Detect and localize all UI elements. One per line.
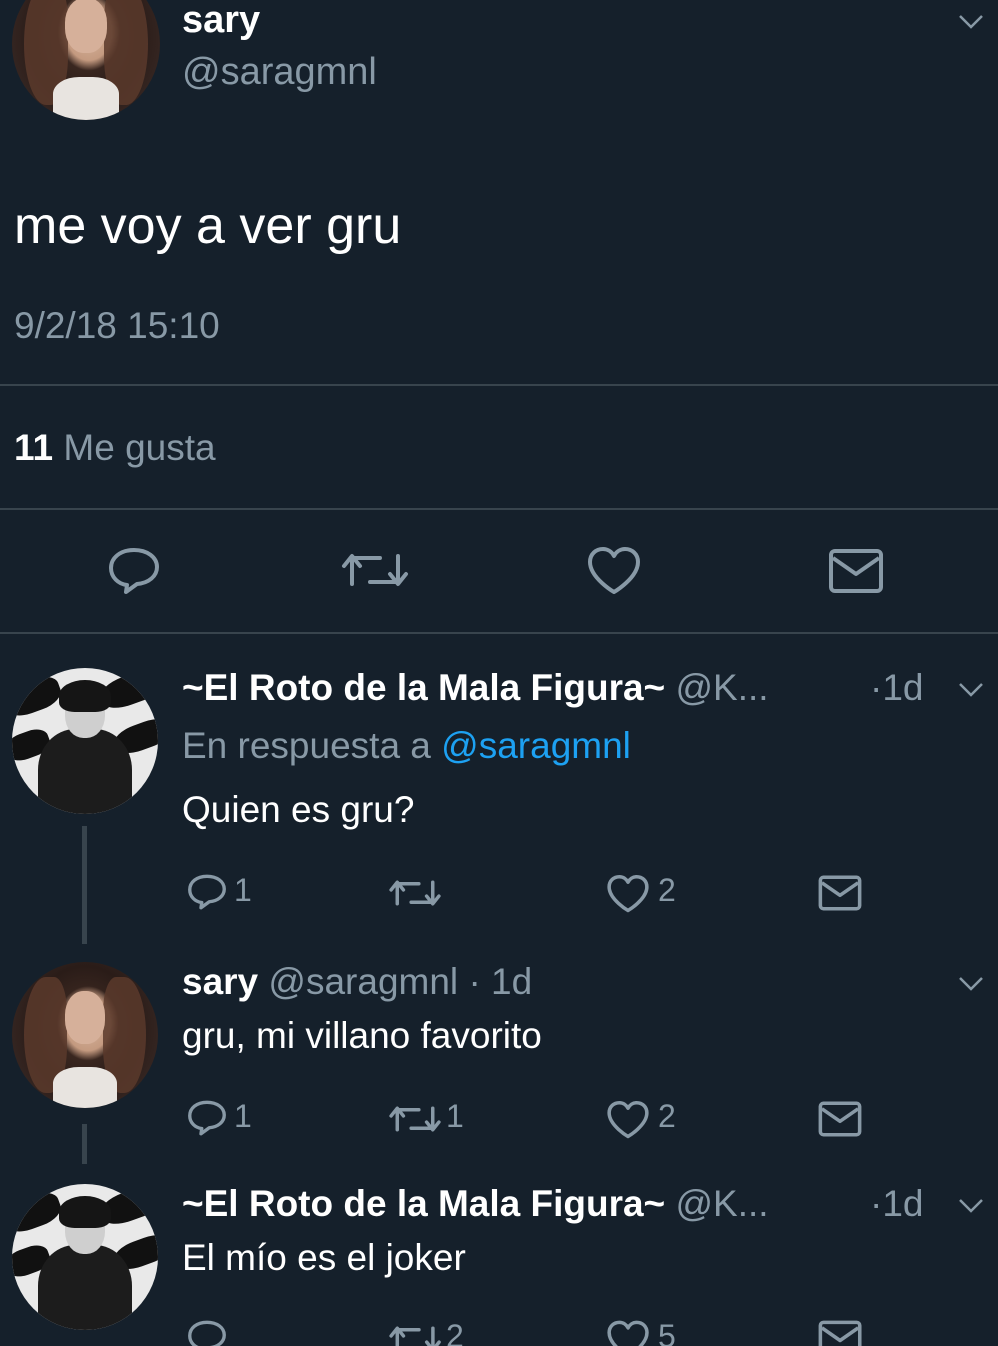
avatar-body bbox=[38, 1245, 132, 1330]
avatar[interactable] bbox=[12, 962, 158, 1108]
author-name: sary bbox=[182, 961, 259, 1002]
author-handle: @saragmnl bbox=[268, 961, 459, 1002]
divider bbox=[0, 384, 998, 386]
reply-icon[interactable] bbox=[186, 1318, 228, 1346]
dm-icon[interactable] bbox=[828, 548, 884, 594]
reply-icon[interactable] bbox=[106, 546, 162, 596]
tweet-timestamp[interactable]: 9/2/18 15:10 bbox=[14, 306, 220, 346]
avatar-hair bbox=[58, 1195, 112, 1228]
reply-count: 1 bbox=[234, 1098, 252, 1134]
avatar[interactable] bbox=[12, 0, 160, 120]
likes-count: 11 bbox=[14, 427, 54, 468]
reply-time[interactable]: ·1d bbox=[870, 1184, 923, 1224]
like-count: 2 bbox=[658, 1098, 676, 1134]
reply-prefix: En respuesta a bbox=[182, 725, 431, 766]
reply-context: En respuesta a @saragmnl bbox=[182, 726, 631, 766]
likes-label: Me gusta bbox=[63, 427, 216, 468]
author-handle: @K... bbox=[675, 667, 769, 708]
reply-count: 1 bbox=[234, 872, 252, 908]
author-name[interactable]: sary bbox=[182, 0, 260, 40]
avatar-shirt bbox=[52, 1067, 118, 1108]
chevron-down-icon[interactable] bbox=[958, 1198, 984, 1214]
avatar-shirt bbox=[53, 77, 119, 120]
dm-icon[interactable] bbox=[818, 874, 862, 912]
author-name: ~El Roto de la Mala Figura~ bbox=[182, 1183, 666, 1224]
retweet-icon[interactable] bbox=[388, 1322, 442, 1346]
retweet-count: 1 bbox=[446, 1098, 464, 1134]
reply-icon[interactable] bbox=[186, 872, 228, 912]
reply-time[interactable]: ·1d bbox=[870, 668, 923, 708]
tweet-text: Quien es gru? bbox=[182, 789, 415, 830]
chevron-down-icon[interactable] bbox=[958, 682, 984, 698]
dm-icon[interactable] bbox=[818, 1320, 862, 1346]
reply-header[interactable]: sary @saragmnl · 1d bbox=[182, 962, 532, 1002]
retweet-count: 2 bbox=[446, 1318, 464, 1346]
retweet-icon[interactable] bbox=[388, 876, 442, 910]
tweet-text: gru, mi villano favorito bbox=[182, 1015, 542, 1056]
chevron-down-icon[interactable] bbox=[958, 976, 984, 992]
tweet-text: me voy a ver gru bbox=[14, 197, 402, 255]
like-icon[interactable] bbox=[606, 1100, 650, 1140]
like-icon[interactable] bbox=[606, 874, 650, 914]
reply-time: · 1d bbox=[468, 961, 533, 1002]
dm-icon[interactable] bbox=[818, 1100, 862, 1138]
tweet-text: El mío es el joker bbox=[182, 1237, 466, 1278]
avatar-face bbox=[65, 0, 107, 54]
avatar-hair bbox=[58, 679, 112, 712]
avatar-stripe bbox=[12, 1186, 66, 1237]
divider bbox=[0, 508, 998, 510]
retweet-icon[interactable] bbox=[388, 1102, 442, 1136]
retweet-icon[interactable] bbox=[340, 548, 410, 592]
reply-header[interactable]: ~El Roto de la Mala Figura~ @K... bbox=[182, 1184, 769, 1224]
reply-header[interactable]: ~El Roto de la Mala Figura~ @K... bbox=[182, 668, 769, 708]
likes-summary[interactable]: 11 Me gusta bbox=[14, 428, 216, 468]
chevron-down-icon[interactable] bbox=[958, 14, 984, 30]
avatar-stripe bbox=[12, 670, 66, 721]
reply-icon[interactable] bbox=[186, 1098, 228, 1138]
like-count: 5 bbox=[658, 1318, 676, 1346]
avatar[interactable] bbox=[12, 668, 158, 814]
author-handle[interactable]: @saragmnl bbox=[182, 52, 377, 92]
author-handle: @K... bbox=[675, 1183, 769, 1224]
reply-mention-link[interactable]: @saragmnl bbox=[441, 725, 631, 766]
avatar-face bbox=[64, 991, 106, 1044]
like-icon[interactable] bbox=[606, 1320, 650, 1346]
thread-line bbox=[82, 1124, 87, 1164]
divider bbox=[0, 632, 998, 634]
author-name: ~El Roto de la Mala Figura~ bbox=[182, 667, 666, 708]
thread-line bbox=[82, 826, 87, 944]
like-icon[interactable] bbox=[586, 546, 642, 596]
like-count: 2 bbox=[658, 872, 676, 908]
avatar-body bbox=[38, 729, 132, 814]
avatar[interactable] bbox=[12, 1184, 158, 1330]
